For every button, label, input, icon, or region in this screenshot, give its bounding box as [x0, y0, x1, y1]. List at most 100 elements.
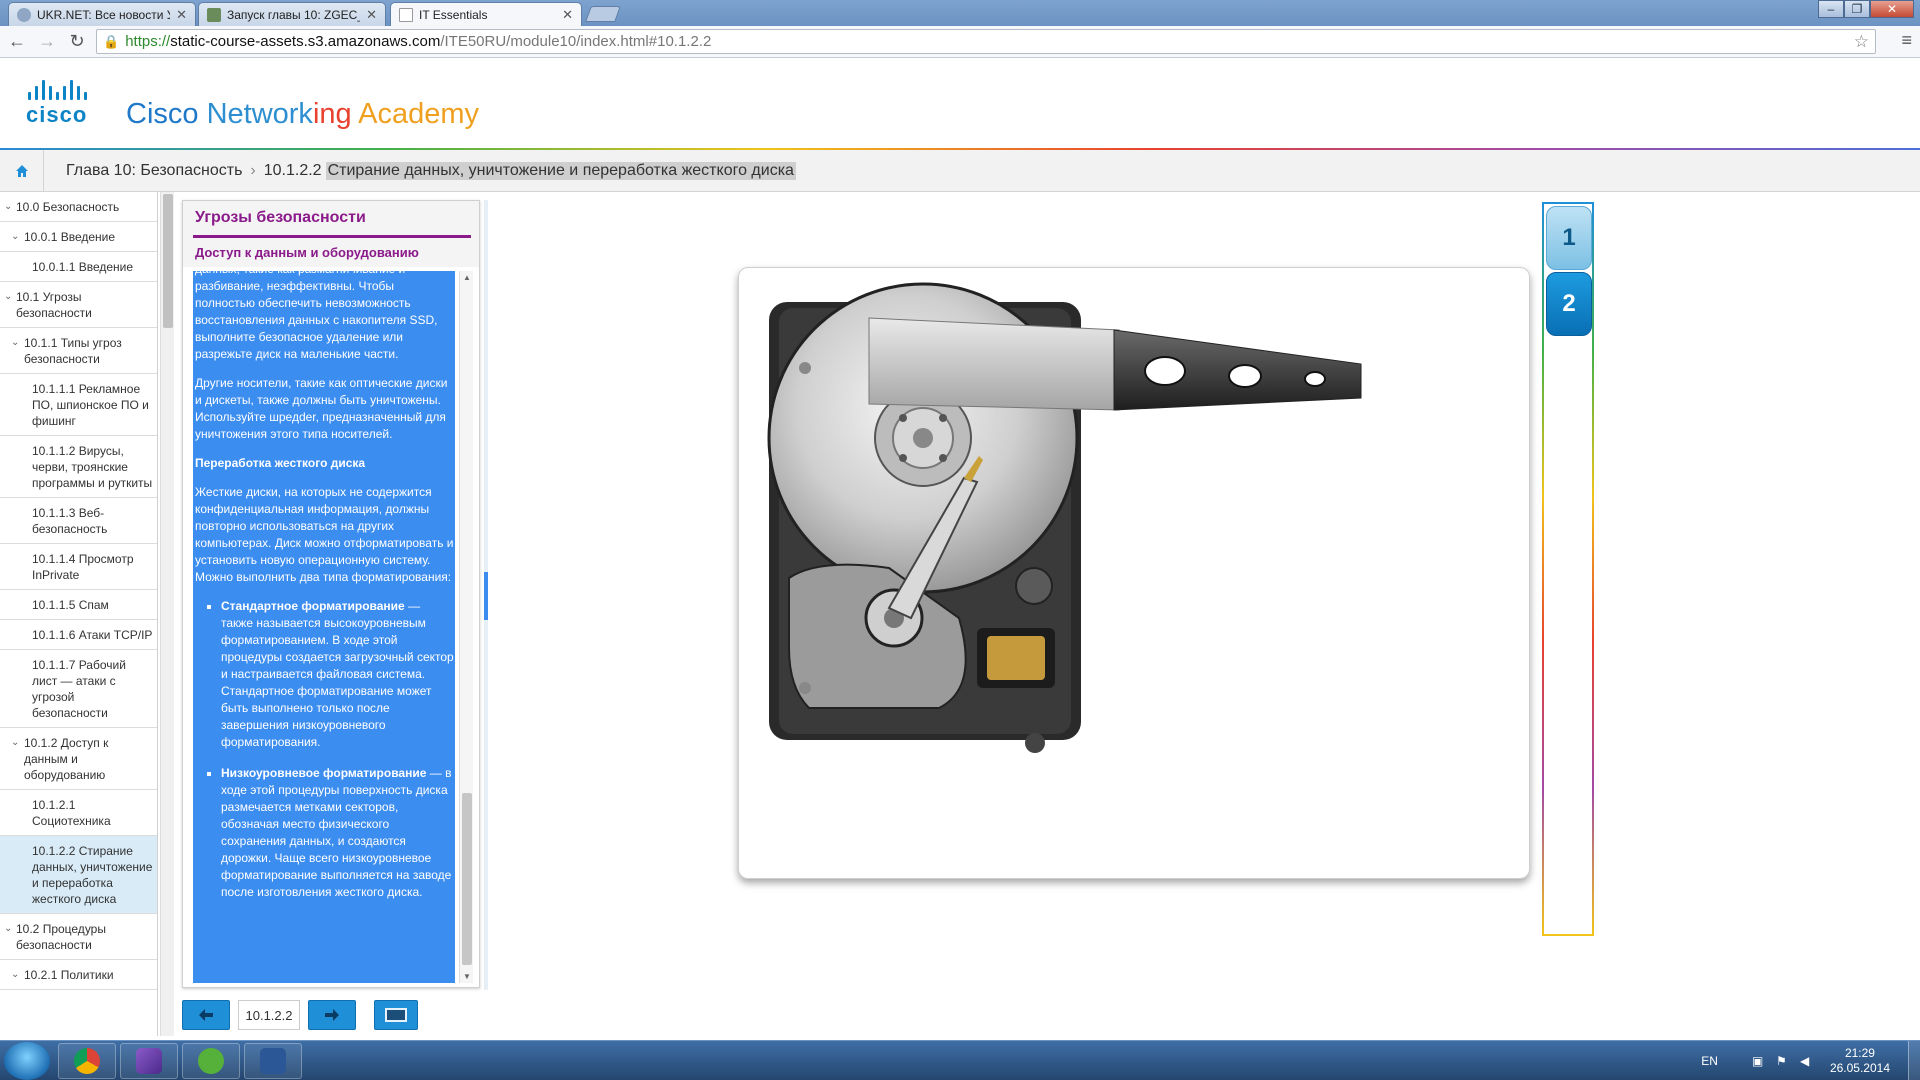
toc-item-label: 10.1.1.3 Веб-безопасность: [32, 506, 108, 536]
toc-item-label: 10.0 Безопасность: [16, 200, 120, 214]
browser-tab-bar: UKR.NET: Все новости Ук ✕ Запуск главы 1…: [0, 0, 1920, 27]
start-button[interactable]: [4, 1042, 50, 1080]
panel-resize-grip[interactable]: [484, 572, 488, 620]
taskbar-chrome[interactable]: [58, 1043, 116, 1079]
toc-item[interactable]: 10.0.1.1 Введение: [0, 252, 157, 282]
url-path: /ITE50RU/module10/index.html#10.1.2.2: [440, 33, 712, 50]
cisco-logo[interactable]: cisco: [26, 80, 106, 127]
home-icon[interactable]: [0, 149, 44, 192]
academy-title: Cisco Networking Academy: [126, 98, 479, 131]
paragraph-hdd-recycling: Жесткие диски, на которых не содержится …: [195, 485, 454, 584]
show-desktop-button[interactable]: [1908, 1041, 1920, 1080]
toc-item[interactable]: 10.1.1.3 Веб-безопасность: [0, 498, 157, 544]
restore-button[interactable]: ❐: [1844, 0, 1870, 18]
toc-scrollbar-thumb[interactable]: [163, 194, 173, 328]
clock-time: 21:29: [1844, 1046, 1875, 1060]
toc-item[interactable]: ⌄ 10.1 Угрозы безопасности: [0, 282, 157, 328]
address-bar[interactable]: 🔒 https:// static-course-assets.s3.amazo…: [96, 29, 1876, 54]
fullscreen-media-button[interactable]: [374, 1000, 418, 1030]
breadcrumb: Глава 10: Безопасность › 10.1.2.2 Стиран…: [0, 149, 1920, 192]
flag-icon[interactable]: ⚑: [1776, 1054, 1790, 1068]
scroll-down-icon[interactable]: ▼: [463, 972, 471, 981]
tab-close-icon[interactable]: ✕: [366, 7, 377, 23]
toc-item-label: 10.1.1.4 Просмотр InPrivate: [32, 552, 134, 582]
bottom-navigation: 10.1.2.2: [182, 998, 418, 1032]
browser-tab-chapter-launch[interactable]: Запуск главы 10: ZGEC_G ✕: [198, 2, 386, 26]
screen-icon: [385, 1008, 407, 1022]
bookmark-star-icon[interactable]: ☆: [1854, 32, 1869, 52]
previous-page-button[interactable]: [182, 1000, 230, 1030]
toc-item[interactable]: 10.1.1.5 Спам: [0, 590, 157, 620]
toc-item[interactable]: 10.1.2.2 Стирание данных, уничтожение и …: [0, 836, 157, 914]
close-window-button[interactable]: ✕: [1870, 0, 1914, 18]
clock[interactable]: 21:29 26.05.2014: [1830, 1046, 1890, 1076]
tab-close-icon[interactable]: ✕: [176, 7, 187, 23]
taskbar-word[interactable]: [244, 1043, 302, 1079]
utorrent-icon: [198, 1048, 224, 1074]
language-indicator[interactable]: EN: [1701, 1054, 1718, 1068]
toc-item[interactable]: 10.1.2.1 Социотехника: [0, 790, 157, 836]
paragraph-other-media: Другие носители, такие как оптические ди…: [195, 376, 448, 441]
panel-resize-handle[interactable]: [484, 200, 488, 990]
browser-menu-icon[interactable]: ≡: [1901, 30, 1912, 51]
toc-item[interactable]: ⌄ 10.1.1 Типы угроз безопасности: [0, 328, 157, 374]
reload-icon[interactable]: ↻: [64, 29, 90, 55]
chrome-icon: [74, 1048, 100, 1074]
toc-item[interactable]: 10.1.1.2 Вирусы, черви, троянские програ…: [0, 436, 157, 498]
slide-button-2[interactable]: 2: [1546, 272, 1592, 336]
tab-close-icon[interactable]: ✕: [562, 7, 573, 23]
tab-title: UKR.NET: Все новости Ук: [37, 7, 171, 22]
chevron-down-icon[interactable]: ⌄: [4, 199, 12, 215]
panel-scrollbar[interactable]: ▲ ▼: [459, 271, 473, 983]
tab-title: Запуск главы 10: ZGEC_G: [227, 7, 361, 22]
taskbar-utorrent[interactable]: [182, 1043, 240, 1079]
chevron-down-icon[interactable]: ⌄: [11, 335, 19, 351]
next-page-button[interactable]: [308, 1000, 356, 1030]
panel-body-text[interactable]: данных, такие как размагничивание и разб…: [193, 271, 455, 983]
toc-item[interactable]: 10.1.1.6 Атаки TCP/IP: [0, 620, 157, 650]
network-icon[interactable]: ▣: [1752, 1054, 1766, 1068]
breadcrumb-current: Стирание данных, уничтожение и переработ…: [325, 161, 796, 180]
chevron-down-icon[interactable]: ⌄: [11, 735, 19, 751]
toc-item[interactable]: 10.1.1.4 Просмотр InPrivate: [0, 544, 157, 590]
browser-tab-ukrnet[interactable]: UKR.NET: Все новости Ук ✕: [8, 2, 196, 26]
page-favicon-icon: [399, 8, 413, 22]
panel-title: Угрозы безопасности: [195, 209, 366, 226]
table-of-contents: ⌄ 10.0 Безопасность ⌄ 10.0.1 Введение 10.0.1…: [0, 192, 158, 1036]
panel-scrollbar-thumb[interactable]: [462, 793, 472, 965]
toc-item-label: 10.1.1 Типы угроз безопасности: [24, 336, 122, 366]
cisco-bars-icon: [28, 80, 87, 100]
forward-arrow-icon[interactable]: →: [34, 29, 60, 55]
chevron-down-icon[interactable]: ⌄: [11, 967, 19, 983]
new-tab-button[interactable]: [585, 6, 621, 22]
toc-item-label: 10.1.2.1 Социотехника: [32, 798, 111, 828]
toc-item[interactable]: ⌄ 10.0.1 Введение: [0, 222, 157, 252]
page-number: 10.1.2.2: [238, 1000, 300, 1030]
toc-item-label: 10.1.1.6 Атаки TCP/IP: [32, 628, 153, 642]
toc-item[interactable]: ⌄ 10.2 Процедуры безопасности: [0, 914, 157, 960]
toc-item[interactable]: ⌄ 10.1.2 Доступ к данным и оборудованию: [0, 728, 157, 790]
chevron-down-icon[interactable]: ⌄: [4, 921, 12, 937]
toc-item[interactable]: ⌄ 10.0 Безопасность: [0, 192, 157, 222]
breadcrumb-separator-icon: ›: [250, 161, 256, 179]
paragraph-ssd: данных, такие как размагничивание и разб…: [195, 271, 438, 361]
volume-icon[interactable]: ◀: [1800, 1054, 1814, 1068]
toc-item[interactable]: 10.1.1.1 Рекламное ПО, шпионское ПО и фи…: [0, 374, 157, 436]
toc-item-label: 10.1.1.2 Вирусы, черви, троянские програ…: [32, 444, 153, 490]
scroll-up-icon[interactable]: ▲: [463, 273, 471, 282]
academy-word-1: Cisco: [126, 98, 207, 130]
back-arrow-icon[interactable]: ←: [4, 29, 30, 55]
toc-item[interactable]: 10.1.1.7 Рабочий лист — атаки с угрозой …: [0, 650, 157, 728]
minimize-button[interactable]: –: [1818, 0, 1844, 18]
browser-tab-it-essentials[interactable]: IT Essentials ✕: [390, 2, 582, 27]
chevron-down-icon[interactable]: ⌄: [11, 229, 19, 245]
panel-title-divider: [193, 235, 471, 238]
window-controls: – ❐ ✕: [1818, 0, 1914, 18]
toc-item[interactable]: ⌄ 10.2.1 Политики: [0, 960, 157, 990]
taskbar-vs[interactable]: [120, 1043, 178, 1079]
breadcrumb-chapter[interactable]: Глава 10: Безопасность: [66, 162, 242, 180]
slide-button-1[interactable]: 1: [1546, 206, 1592, 270]
chevron-down-icon[interactable]: ⌄: [4, 289, 12, 305]
toc-item-label: 10.1.2 Доступ к данным и оборудованию: [24, 736, 109, 782]
toc-scrollbar[interactable]: [160, 192, 174, 1036]
